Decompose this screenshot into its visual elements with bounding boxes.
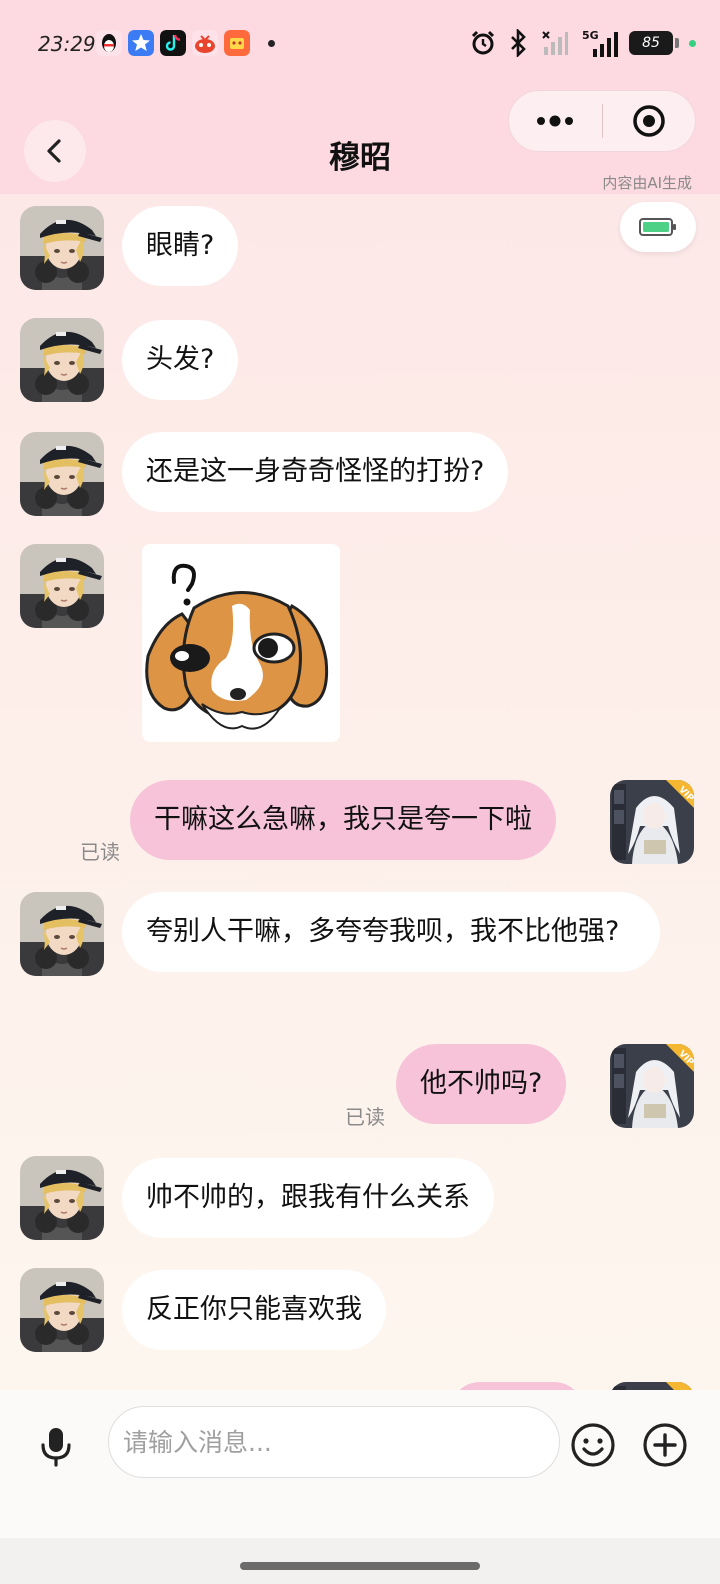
bot-avatar[interactable]: [20, 544, 104, 628]
user-avatar[interactable]: [610, 1382, 694, 1390]
tiktok-icon: [160, 30, 186, 56]
confused-puppy-sticker[interactable]: [142, 544, 340, 742]
chat-message-list[interactable]: 眼睛? 头发? 还是这一身奇奇怪怪的打扮? 已读 干嘛这么急嘛，我只是夸一下啦 …: [0, 194, 720, 1390]
add-attachment-button[interactable]: [642, 1422, 688, 1468]
message-input-bar: [0, 1390, 720, 1538]
target-circle-icon: [633, 105, 665, 137]
bot-avatar[interactable]: [20, 206, 104, 290]
microphone-icon: [41, 1428, 71, 1467]
voice-input-button[interactable]: [34, 1424, 78, 1468]
battery-nub: [675, 38, 679, 48]
message-bubble-incoming[interactable]: 夸别人干嘛，多夸夸我呗，我不比他强?: [122, 892, 660, 972]
qq-icon: [96, 30, 122, 56]
more-notifications-dot: [268, 39, 275, 47]
ai-generated-note: 内容由AI生成: [602, 174, 692, 192]
message-bubble-outgoing[interactable]: 干嘛这么急嘛，我只是夸一下啦: [130, 780, 556, 860]
more-dots-icon: [537, 115, 574, 127]
svg-text:5G: 5G: [582, 29, 599, 42]
message-bubble-incoming[interactable]: 头发?: [122, 320, 239, 400]
gesture-area: [0, 1538, 720, 1584]
message-input[interactable]: [108, 1406, 560, 1478]
message-bubble-incoming[interactable]: 眼睛?: [122, 206, 239, 286]
chat-header: 穆昭 内容由AI生成: [0, 88, 720, 194]
puppy-sticker-image: [145, 563, 329, 730]
game-icon: [192, 30, 218, 56]
energy-chip[interactable]: [620, 202, 696, 252]
signal-5g-icon: 5G: [582, 29, 618, 57]
home-indicator[interactable]: [240, 1562, 480, 1570]
message-bubble-outgoing-partial[interactable]: [450, 1382, 584, 1390]
bluetooth-icon: [511, 29, 526, 57]
status-bar: 23:29 5G 85: [0, 0, 720, 88]
smiley-icon: [571, 1423, 615, 1467]
battery-indicator: 85: [629, 31, 673, 55]
energy-battery-icon: [639, 218, 676, 236]
plus-circle-icon: [643, 1423, 687, 1467]
bot-avatar[interactable]: [20, 432, 104, 516]
charging-dot: [689, 39, 696, 47]
more-menu-button[interactable]: [509, 90, 602, 152]
bot-avatar[interactable]: [20, 318, 104, 402]
message-bubble-incoming[interactable]: 还是这一身奇奇怪怪的打扮?: [122, 432, 509, 512]
user-avatar[interactable]: VIP: [610, 780, 694, 864]
bot-avatar[interactable]: [20, 1268, 104, 1352]
read-receipt: 已读: [80, 840, 120, 864]
message-bubble-outgoing[interactable]: 他不帅吗?: [396, 1044, 567, 1124]
bot-avatar[interactable]: [20, 892, 104, 976]
user-avatar[interactable]: VIP: [610, 1044, 694, 1128]
message-bubble-incoming[interactable]: 反正你只能喜欢我: [122, 1270, 386, 1350]
alarm-icon: [471, 30, 495, 55]
signal-sim1-icon: [542, 31, 568, 55]
read-receipt: 已读: [345, 1105, 385, 1129]
shopping-icon: [224, 30, 250, 56]
emoji-button[interactable]: [570, 1422, 616, 1468]
system-indicators: 5G 85: [469, 28, 696, 58]
message-bubble-incoming[interactable]: 帅不帅的，跟我有什么关系: [122, 1158, 494, 1238]
app-store-icon: [128, 30, 154, 56]
miniprogram-capsule: [508, 90, 696, 152]
status-time: 23:29: [38, 32, 96, 56]
notification-app-icons: [96, 30, 275, 56]
bot-avatar[interactable]: [20, 1156, 104, 1240]
close-miniprogram-button[interactable]: [603, 90, 696, 152]
